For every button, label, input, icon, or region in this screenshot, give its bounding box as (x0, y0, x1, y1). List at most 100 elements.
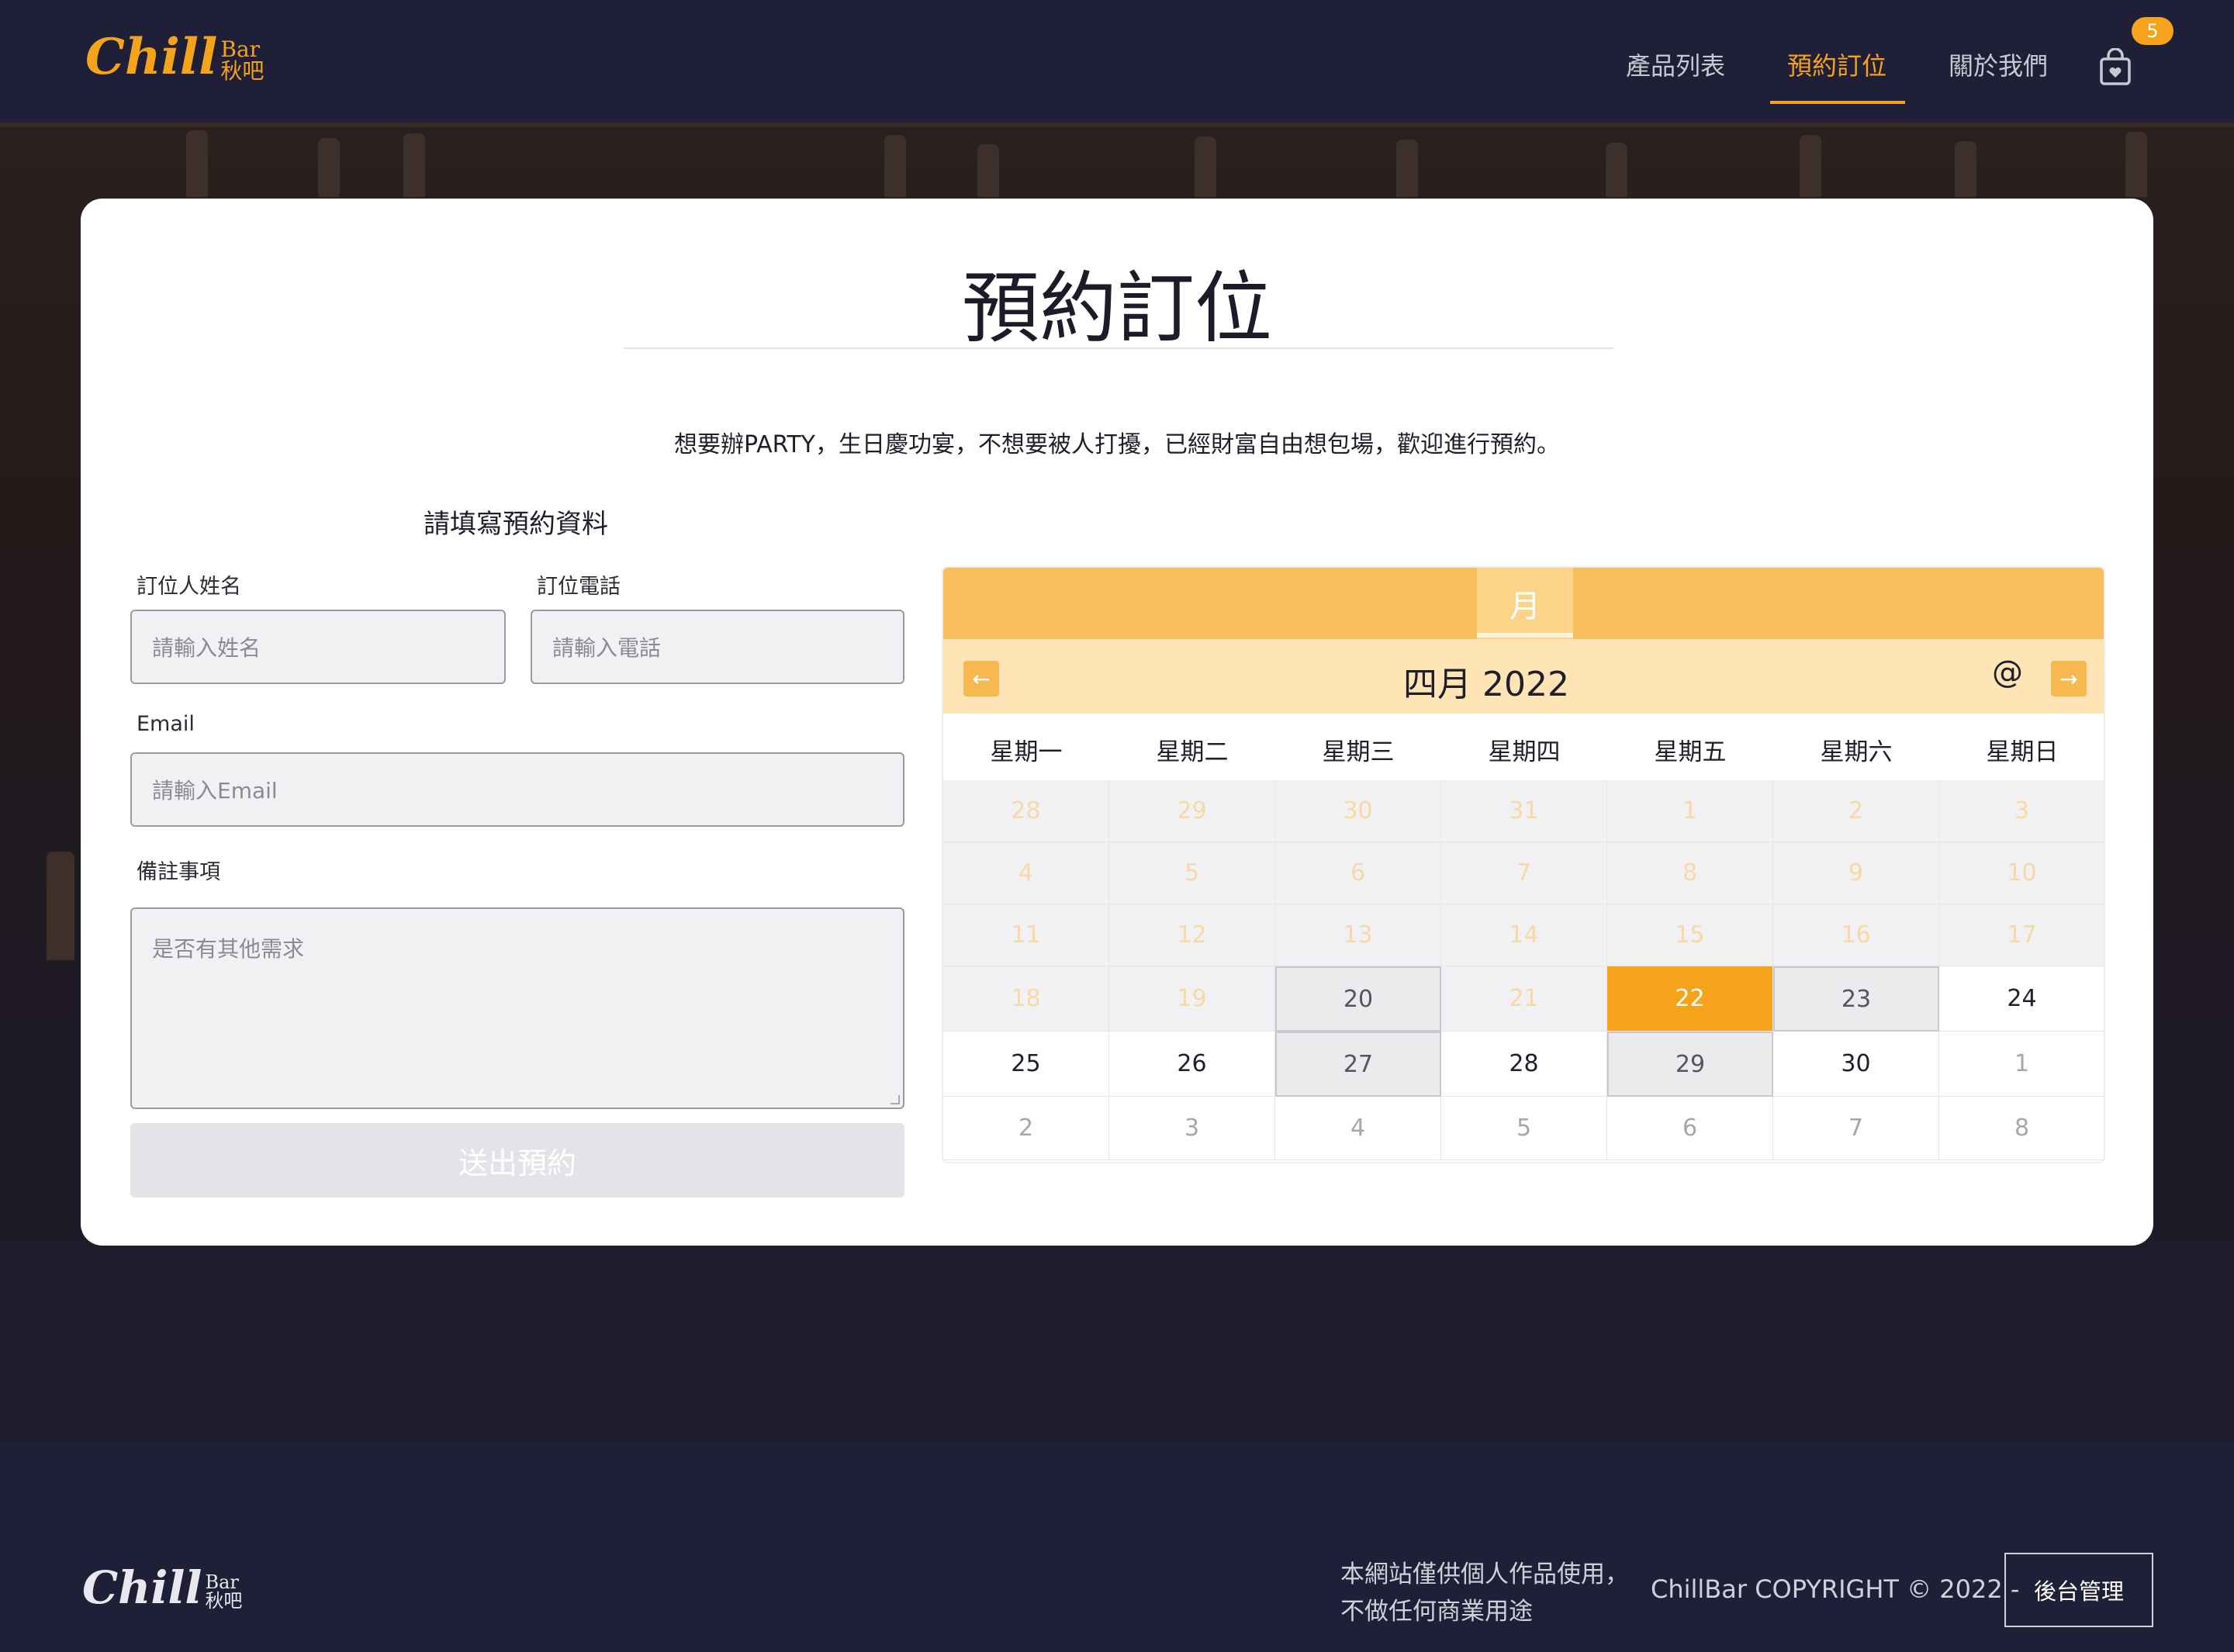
weekday-header: 星期六 (1820, 738, 1893, 766)
calendar-day-cell: 10 (1939, 842, 2104, 904)
calendar-day-cell: 12 (1109, 904, 1275, 966)
calendar-day-cell: 27 (1275, 1032, 1441, 1097)
title-divider (624, 347, 1613, 349)
footer-disclaimer-line1: 本網站僅供個人作品使用， (1340, 1560, 1629, 1588)
bottle-decoration (977, 144, 999, 197)
logo-wordmark: Chill (85, 28, 218, 86)
calendar-day-cell: 30 (1275, 780, 1441, 842)
calendar-day-cell: 28 (943, 780, 1109, 842)
calendar-day-cell: 1 (1607, 780, 1773, 842)
logo-subtext: Bar 秋吧 (220, 39, 264, 82)
bottle-decoration (1195, 137, 1216, 197)
resize-handle[interactable] (890, 1095, 900, 1104)
bottle-decoration (1955, 141, 1976, 197)
footer-logo-subtext-top: Bar (205, 1571, 239, 1593)
page-title: 預約訂位 (962, 263, 1272, 354)
weekday-header: 星期二 (1156, 738, 1229, 766)
name-field[interactable]: 請輸入姓名 (130, 610, 506, 684)
calendar-day-cell: 19 (1109, 966, 1275, 1032)
calendar-day-cell[interactable]: 28 (1441, 1032, 1607, 1097)
bottle-decoration (403, 133, 425, 197)
calendar-day-cell: 31 (1441, 780, 1607, 842)
phone-field[interactable]: 請輸入電話 (531, 610, 904, 684)
calendar-day-cell[interactable]: 25 (943, 1032, 1109, 1097)
footer-disclaimer: 本網站僅供個人作品使用， 不做任何商業用途 (1340, 1556, 1629, 1630)
email-label: Email (137, 712, 195, 736)
footer-logo-wordmark: Chill (82, 1561, 202, 1614)
weekday-header: 星期四 (1488, 738, 1561, 766)
calendar-day-cell: 6 (1607, 1097, 1773, 1160)
calendar-day-cell: 8 (1607, 842, 1773, 904)
intro-text: 想要辦PARTY，生日慶功宴，不想要被人打擾，已經財富自由想包場，歡迎進行預約。 (673, 431, 1560, 458)
calendar-day-cell: 14 (1441, 904, 1607, 966)
brand-logo[interactable]: Chill Bar 秋吧 (85, 33, 264, 82)
logo-subtext-bottom: 秋吧 (220, 58, 265, 84)
calendar-day-cell: 8 (1939, 1097, 2104, 1160)
calendar-day-cell: 18 (943, 966, 1109, 1032)
site-header: Chill Bar 秋吧 產品列表 預約訂位 關於我們 5 (0, 0, 2234, 123)
footer-disclaimer-line2: 不做任何商業用途 (1340, 1598, 1533, 1626)
calendar-day-cell: 21 (1441, 966, 1607, 1032)
bottle-decoration (1396, 140, 1418, 197)
calendar-day-cell: 16 (1773, 904, 1939, 966)
cart-count-badge: 5 (2132, 17, 2173, 45)
name-label: 訂位人姓名 (137, 575, 241, 599)
calendar-day-cell: 3 (1939, 780, 2104, 842)
calendar-day-cell: 23 (1773, 966, 1939, 1032)
bottle-decoration (1606, 143, 1627, 197)
note-textarea[interactable]: 是否有其他需求 (130, 907, 904, 1109)
footer-copyright: ChillBar COPYRIGHT © 2022 - (1651, 1574, 2020, 1604)
shelf-decoration (0, 123, 2234, 127)
bottle-decoration (884, 135, 906, 197)
calendar-day-cell: 6 (1275, 842, 1441, 904)
bottle-decoration (2125, 132, 2147, 197)
today-button[interactable]: @ (1992, 655, 2023, 690)
calendar-day-cell[interactable]: 24 (1939, 966, 2104, 1032)
calendar-day-cell: 20 (1275, 966, 1441, 1032)
calendar-month-label: 四月 2022 (1403, 665, 1569, 704)
calendar-day-cell: 2 (1773, 780, 1939, 842)
bottle-decoration (318, 138, 340, 197)
calendar-day-cell[interactable]: 26 (1109, 1032, 1275, 1097)
calendar-day-cell: 3 (1109, 1097, 1275, 1160)
shopping-bag-heart-icon[interactable] (2098, 47, 2132, 87)
footer-logo-subtext-bottom: 秋吧 (205, 1590, 243, 1612)
calendar-day-cell: 29 (1109, 780, 1275, 842)
arrow-right-icon[interactable]: → (2051, 661, 2087, 696)
form-heading: 請填寫預約資料 (424, 509, 608, 540)
logo-subtext-top: Bar (220, 36, 261, 62)
calendar-day-cell: 5 (1109, 842, 1275, 904)
calendar-day-cell: 4 (943, 842, 1109, 904)
calendar-day-cell[interactable]: 30 (1773, 1032, 1939, 1097)
note-label: 備註事項 (137, 860, 220, 884)
calendar-day-cell: 7 (1773, 1097, 1939, 1160)
calendar-day-cell[interactable]: 22 (1607, 966, 1773, 1032)
footer-logo-subtext: Bar 秋吧 (205, 1573, 242, 1610)
bottle-decoration (1800, 135, 1821, 197)
calendar-day-cell: 4 (1275, 1097, 1441, 1160)
note-placeholder: 是否有其他需求 (152, 936, 305, 962)
submit-reservation-button[interactable]: 送出預約 (130, 1123, 904, 1198)
calendar-day-cell: 1 (1939, 1032, 2104, 1097)
nav-products[interactable]: 產品列表 (1626, 47, 1725, 82)
tab-month-view[interactable]: 月 (1477, 568, 1573, 639)
calendar-day-cell: 29 (1607, 1032, 1773, 1097)
phone-label: 訂位電話 (537, 575, 621, 599)
footer-logo[interactable]: Chill Bar 秋吧 (82, 1565, 242, 1610)
weekday-header: 星期三 (1322, 738, 1395, 766)
email-field[interactable]: 請輸入Email (130, 752, 904, 827)
site-footer: Chill Bar 秋吧 本網站僅供個人作品使用， 不做任何商業用途 Chill… (0, 1441, 2234, 1652)
calendar-day-cell: 2 (943, 1097, 1109, 1160)
calendar-day-cell: 15 (1607, 904, 1773, 966)
nav-reservation[interactable]: 預約訂位 (1787, 47, 1886, 82)
bottle-decoration (186, 130, 208, 197)
admin-button[interactable]: 後台管理 (2004, 1553, 2153, 1627)
calendar-day-cell: 9 (1773, 842, 1939, 904)
nav-about[interactable]: 關於我們 (1949, 47, 2048, 82)
bottle-decoration (47, 852, 74, 960)
calendar-day-cell: 7 (1441, 842, 1607, 904)
weekday-header: 星期五 (1654, 738, 1727, 766)
calendar-day-cell: 5 (1441, 1097, 1607, 1160)
nav-active-indicator (1770, 101, 1905, 104)
calendar-day-cell: 13 (1275, 904, 1441, 966)
